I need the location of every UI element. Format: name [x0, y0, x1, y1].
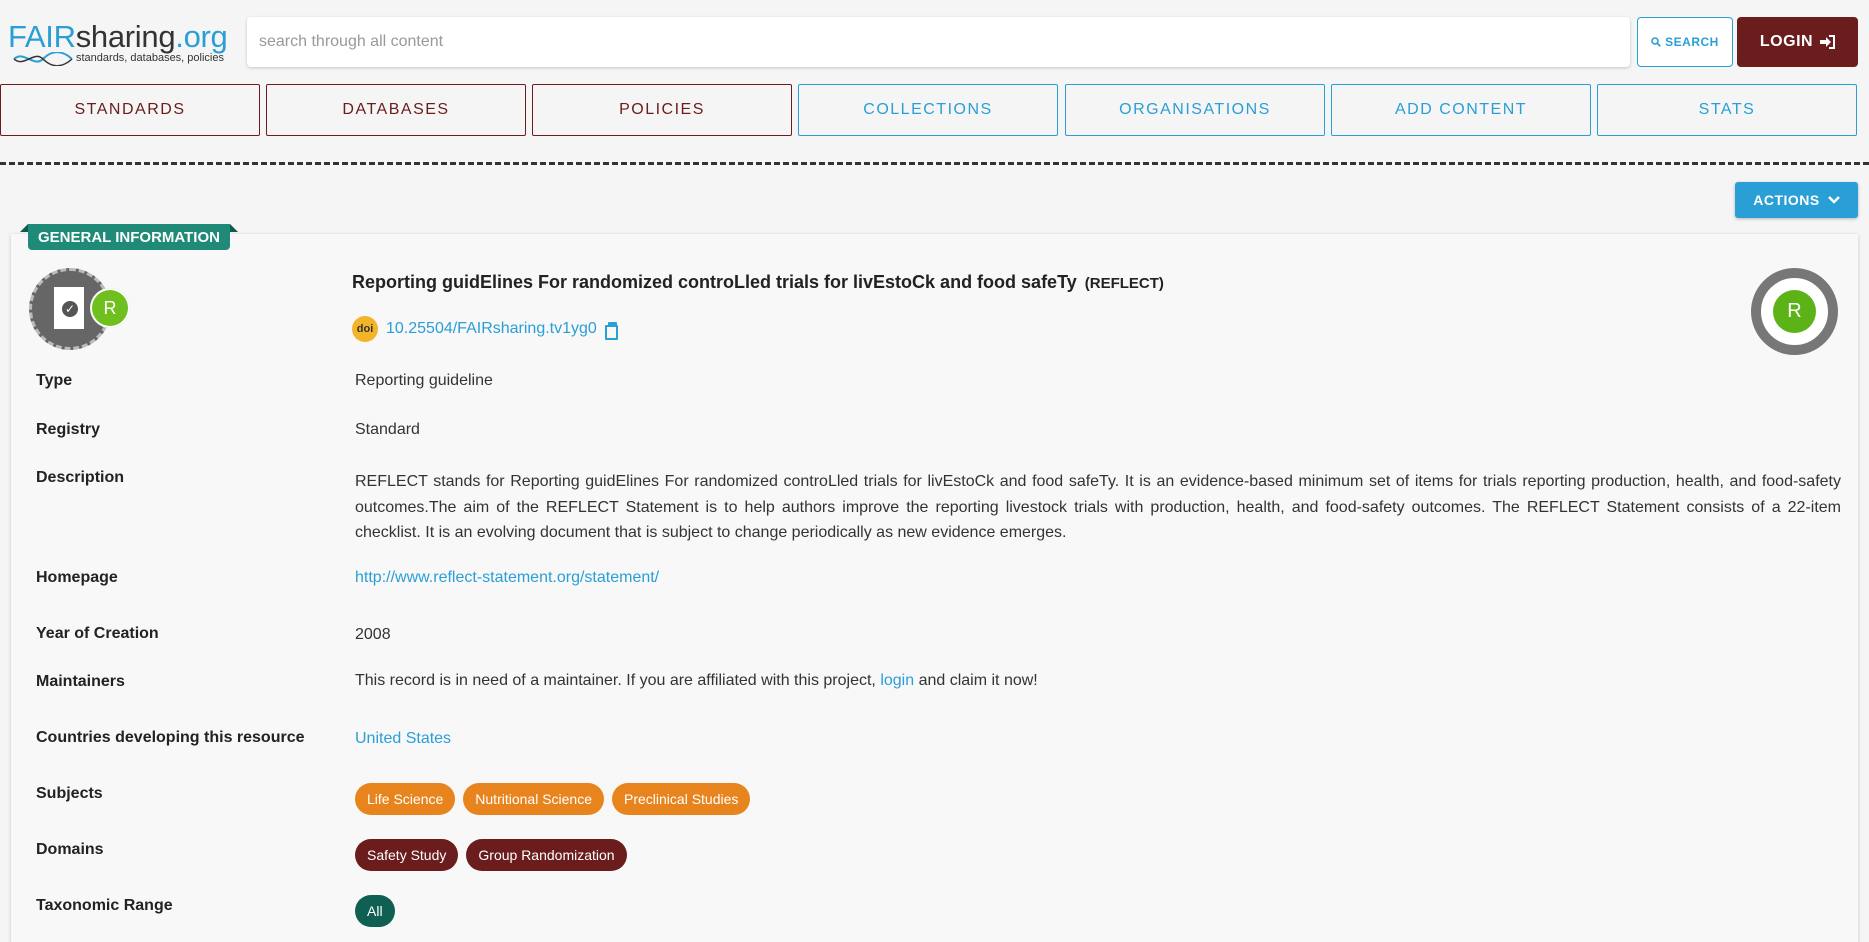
subject-chip[interactable]: Nutritional Science	[463, 783, 605, 815]
doi-link[interactable]: 10.25504/FAIRsharing.tv1yg0	[386, 320, 597, 338]
logo-swirl-icon	[13, 52, 73, 66]
sign-in-icon	[1820, 35, 1836, 49]
search-button[interactable]: SEARCH	[1637, 17, 1733, 67]
record-abbreviation: (REFLECT)	[1084, 275, 1164, 292]
status-ring-letter: R	[1787, 300, 1802, 322]
maintainers-text: This record is in need of a maintainer. …	[355, 672, 876, 689]
search-icon	[1651, 37, 1661, 47]
description-value: REFLECT stands for Reporting guidElines …	[355, 473, 1841, 541]
doi-icon: doi	[352, 316, 378, 342]
type-label: Type	[36, 372, 73, 389]
search-input[interactable]	[247, 17, 1630, 67]
main-nav: STANDARDS DATABASES POLICIES COLLECTIONS…	[0, 84, 1869, 136]
logo-tagline: standards, databases, policies	[76, 52, 224, 64]
doi-logo-text: doi	[356, 323, 374, 335]
taxonomy-chip[interactable]: All	[355, 895, 395, 927]
registry-value: Standard	[355, 421, 420, 438]
record-title-row: Reporting guidElines For randomized cont…	[352, 272, 1164, 293]
subjects-label: Subjects	[36, 785, 103, 802]
nav-add-content[interactable]: ADD CONTENT	[1331, 84, 1591, 136]
taxonomic-range-label: Taxonomic Range	[36, 897, 173, 914]
section-label: GENERAL INFORMATION	[38, 228, 220, 246]
logo-wordmark: FAIRsharing.org	[8, 20, 238, 54]
homepage-label: Homepage	[36, 569, 118, 586]
login-button-label: LOGIN	[1759, 33, 1814, 50]
homepage-link[interactable]: http://www.reflect-statement.org/stateme…	[355, 569, 659, 587]
logo-fair: FAIR	[8, 19, 76, 54]
record-card	[11, 234, 1858, 942]
domains-list: Safety Study Group Randomization	[355, 839, 627, 871]
logo-org: .org	[175, 19, 228, 54]
chevron-down-icon	[1827, 196, 1840, 204]
actions-button-label: ACTIONS	[1753, 192, 1820, 208]
nav-stats[interactable]: STATS	[1597, 84, 1857, 136]
login-button[interactable]: LOGIN	[1737, 17, 1858, 67]
login-link[interactable]: login	[880, 672, 914, 689]
nav-collections[interactable]: COLLECTIONS	[798, 84, 1058, 136]
maintainers-label: Maintainers	[36, 673, 125, 690]
registry-label: Registry	[36, 421, 101, 438]
nav-organisations[interactable]: ORGANISATIONS	[1065, 84, 1325, 136]
record-title: Reporting guidElines For randomized cont…	[352, 272, 1077, 292]
general-information-ribbon: GENERAL INFORMATION	[20, 224, 238, 250]
year-value: 2008	[355, 626, 391, 643]
type-value: Reporting guideline	[355, 372, 493, 389]
doi-row: doi 10.25504/FAIRsharing.tv1yg0	[352, 316, 618, 342]
copy-icon[interactable]	[604, 322, 618, 340]
search-button-label: SEARCH	[1665, 35, 1719, 49]
subject-chip[interactable]: Preclinical Studies	[612, 783, 751, 815]
domain-chip[interactable]: Group Randomization	[466, 839, 627, 871]
divider	[0, 162, 1869, 165]
check-icon: ✓	[60, 299, 80, 319]
ready-badge-letter: R	[103, 297, 117, 318]
maintainers-text-end: and claim it now!	[918, 672, 1038, 689]
country-link[interactable]: United States	[355, 730, 451, 748]
subjects-list: Life Science Nutritional Science Preclin…	[355, 783, 751, 815]
fairsharing-logo[interactable]: FAIRsharing.org standards, databases, po…	[8, 20, 238, 70]
logo-sharing: sharing	[75, 19, 176, 54]
ready-badge: R	[90, 288, 130, 328]
description-label: Description	[36, 469, 125, 486]
taxonomic-range-list: All	[355, 895, 395, 927]
year-label: Year of Creation	[36, 625, 159, 642]
nav-policies[interactable]: POLICIES	[532, 84, 792, 136]
domain-chip[interactable]: Safety Study	[355, 839, 459, 871]
nav-databases[interactable]: DATABASES	[266, 84, 526, 136]
domains-label: Domains	[36, 841, 104, 858]
status-ring-badge: R	[1751, 268, 1838, 355]
subject-chip[interactable]: Life Science	[355, 783, 456, 815]
maintainers-value: This record is in need of a maintainer. …	[355, 672, 1038, 690]
search-box[interactable]	[247, 17, 1630, 67]
header: FAIRsharing.org standards, databases, po…	[0, 0, 1869, 78]
countries-label: Countries developing this resource	[36, 729, 305, 746]
actions-button[interactable]: ACTIONS	[1735, 182, 1858, 218]
status-ring-inner: R	[1773, 290, 1816, 333]
nav-standards[interactable]: STANDARDS	[0, 84, 260, 136]
